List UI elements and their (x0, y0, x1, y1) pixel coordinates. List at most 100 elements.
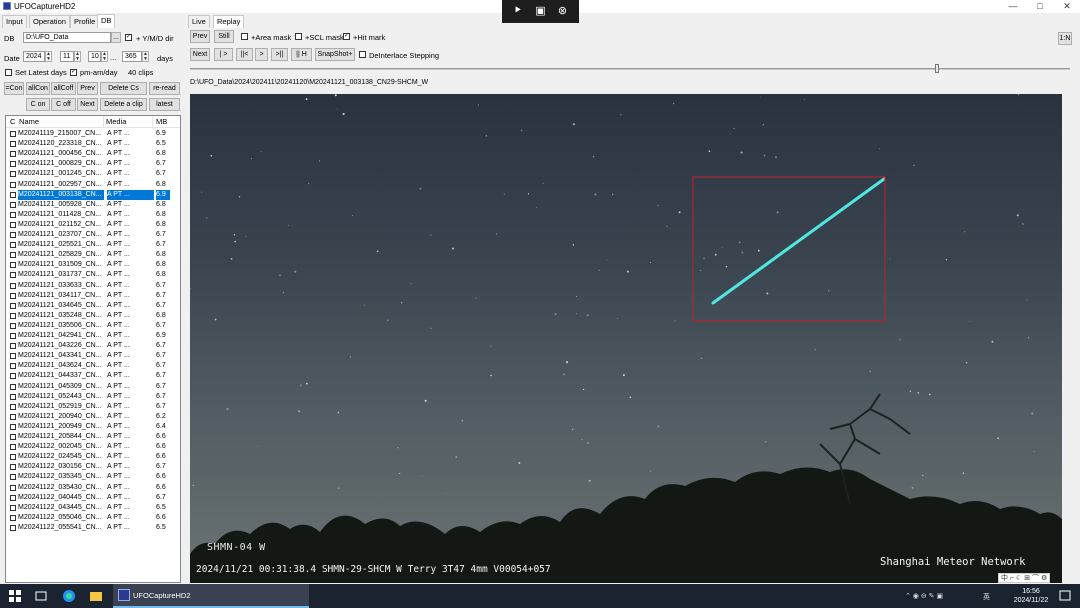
row-checkbox[interactable] (10, 221, 16, 228)
hold-button[interactable]: || H (291, 48, 312, 61)
row-checkbox[interactable] (10, 373, 16, 380)
col-media[interactable]: Media (106, 117, 126, 126)
row-checkbox[interactable] (10, 292, 16, 299)
list-item[interactable]: M20241121_031737_CN... A PT ... 6.8 (6, 270, 180, 280)
list-item[interactable]: M20241121_035506_CN... A PT ... 6.7 (6, 321, 180, 331)
list-item[interactable]: M20241121_023707_CN... A PT ... 6.7 (6, 230, 180, 240)
tab-operation[interactable]: Operation (29, 15, 70, 28)
tab-profile[interactable]: Profile (70, 15, 100, 28)
start-icon[interactable] (8, 589, 22, 603)
zoom-button[interactable]: 1:N (1058, 32, 1072, 45)
taskbar-app[interactable]: UFOCaptureHD2 (113, 584, 309, 608)
list-item[interactable]: M20241121_042941_CN... A PT ... 6.9 (6, 331, 180, 341)
row-checkbox[interactable] (10, 343, 16, 350)
list-item[interactable]: M20241121_035248_CN... A PT ... 6.8 (6, 311, 180, 321)
list-item[interactable]: M20241121_052443_CN... A PT ... 6.7 (6, 392, 180, 402)
close-button[interactable]: ✕ (1050, 0, 1080, 13)
list-item[interactable]: M20241122_030156_CN... A PT ... 6.7 (6, 462, 180, 472)
row-checkbox[interactable] (10, 151, 16, 158)
tab-db[interactable]: DB (97, 14, 116, 28)
list-item[interactable]: M20241122_055541_CN... A PT ... 6.5 (6, 523, 180, 533)
prev-clip-button[interactable]: Prev (77, 82, 98, 95)
delete-cs-button[interactable]: Delete Cs (100, 82, 147, 95)
row-checkbox[interactable] (10, 131, 16, 137)
month-stepper[interactable]: ▲ ▼ (74, 51, 81, 62)
row-checkbox[interactable] (10, 434, 16, 440)
screen-icon[interactable]: ▣ (534, 5, 547, 18)
list-item[interactable]: M20241121_002957_CN... A PT ... 6.8 (6, 180, 180, 190)
step-forward-button[interactable]: > (255, 48, 268, 61)
row-checkbox[interactable] (10, 171, 16, 178)
latest-button[interactable]: latest (149, 98, 180, 111)
row-checkbox[interactable] (10, 161, 16, 168)
list-item[interactable]: M20241119_215007_CN... A PT ... 6.9 (6, 129, 180, 139)
list-item[interactable]: M20241121_025829_CN... A PT ... 6.8 (6, 250, 180, 260)
row-checkbox[interactable] (10, 353, 16, 360)
list-item[interactable]: M20241121_005928_CN... A PT ... 6.8 (6, 200, 180, 210)
list-item[interactable]: M20241121_000456_CN... A PT ... 6.8 (6, 149, 180, 159)
list-item[interactable]: M20241122_040445_CN... A PT ... 6.7 (6, 493, 180, 503)
list-item[interactable]: M20241121_034117_CN... A PT ... 6.7 (6, 291, 180, 301)
col-mb[interactable]: MB (156, 117, 167, 126)
row-checkbox[interactable] (10, 211, 16, 218)
list-item[interactable]: M20241122_035345_CN... A PT ... 6.6 (6, 472, 180, 482)
tab-live[interactable]: Live (188, 15, 210, 28)
back-start-button[interactable]: ||< (236, 48, 253, 61)
list-item[interactable]: M20241121_011428_CN... A PT ... 6.8 (6, 210, 180, 220)
list-item[interactable]: M20241121_025521_CN... A PT ... 6.7 (6, 240, 180, 250)
ymd-dir-checkbox[interactable]: ✓ (125, 34, 132, 41)
list-item[interactable]: M20241121_200940_CN... A PT ... 6.2 (6, 412, 180, 422)
list-item[interactable]: M20241121_034645_CN... A PT ... 6.7 (6, 301, 180, 311)
xcon-button[interactable]: =Con (4, 82, 24, 95)
row-checkbox[interactable] (10, 312, 16, 319)
row-checkbox[interactable] (10, 181, 16, 188)
row-checkbox[interactable] (10, 201, 16, 208)
year-stepper[interactable]: ▲ ▼ (45, 51, 52, 62)
month-field[interactable]: 11 (60, 51, 74, 62)
scl-mask-checkbox[interactable] (295, 33, 302, 40)
row-checkbox[interactable] (10, 504, 16, 511)
list-item[interactable]: M20241121_052919_CN... A PT ... 6.7 (6, 402, 180, 412)
folder-icon[interactable] (89, 589, 103, 603)
list-item[interactable]: M20241121_033633_CN... A PT ... 6.7 (6, 281, 180, 291)
tray-lang[interactable]: 英 (983, 592, 990, 602)
tab-input[interactable]: Input (2, 15, 27, 28)
replay-slider-thumb[interactable] (935, 64, 939, 73)
row-checkbox[interactable] (10, 413, 16, 420)
delete-clip-button[interactable]: Delete a clip (100, 98, 147, 111)
cursor-icon[interactable]: ⯈ (511, 5, 524, 18)
list-item[interactable]: M20241122_043445_CN... A PT ... 6.5 (6, 503, 180, 513)
allcon-button[interactable]: allCon (26, 82, 50, 95)
forward-end-button[interactable]: >|| (271, 48, 288, 61)
clock[interactable]: 16:56 2024/11/22 (1010, 587, 1052, 605)
snapshot-button[interactable]: SnapShot+ (315, 48, 355, 61)
row-checkbox[interactable] (10, 322, 16, 329)
tray-icons[interactable]: ⌃ ◉ ⊖ ✎ ▣ (905, 592, 943, 600)
con-button[interactable]: C on (26, 98, 50, 111)
allcoff-button[interactable]: allCoff (51, 82, 76, 95)
reread-button[interactable]: re-read (149, 82, 180, 95)
list-item[interactable]: M20241121_043624_CN... A PT ... 6.7 (6, 361, 180, 371)
video-frame[interactable]: SHMN-04 W Shanghai Meteor Network 2024/1… (190, 94, 1062, 583)
tab-replay[interactable]: Replay (213, 15, 245, 28)
row-checkbox[interactable] (10, 333, 16, 339)
row-checkbox[interactable] (10, 464, 16, 471)
day-field[interactable]: 10 (88, 51, 101, 62)
list-item[interactable]: M20241122_002045_CN... A PT ... 6.6 (6, 442, 180, 452)
list-item[interactable]: M20241121_001245_CN... A PT ... 6.7 (6, 169, 180, 179)
set-latest-checkbox[interactable] (5, 69, 12, 76)
notification-icon[interactable] (1058, 589, 1072, 603)
row-checkbox[interactable] (10, 393, 16, 400)
list-item[interactable]: M20241121_043226_CN... A PT ... 6.7 (6, 341, 180, 351)
list-item[interactable]: M20241121_003138_CN... A PT ... 6.9 (6, 189, 180, 200)
next-clip-button[interactable]: Next (77, 98, 98, 111)
row-checkbox[interactable] (10, 282, 16, 289)
row-checkbox[interactable] (10, 423, 16, 430)
list-item[interactable]: M20241121_045309_CN... A PT ... 6.7 (6, 382, 180, 392)
row-checkbox[interactable] (10, 524, 16, 531)
list-item[interactable]: M20241121_205844_CN... A PT ... 6.6 (6, 432, 180, 442)
row-checkbox[interactable] (10, 444, 16, 451)
replay-next-button[interactable]: Next (190, 48, 210, 61)
row-checkbox[interactable] (10, 383, 16, 390)
hit-mark-checkbox[interactable]: ✓ (343, 33, 350, 40)
